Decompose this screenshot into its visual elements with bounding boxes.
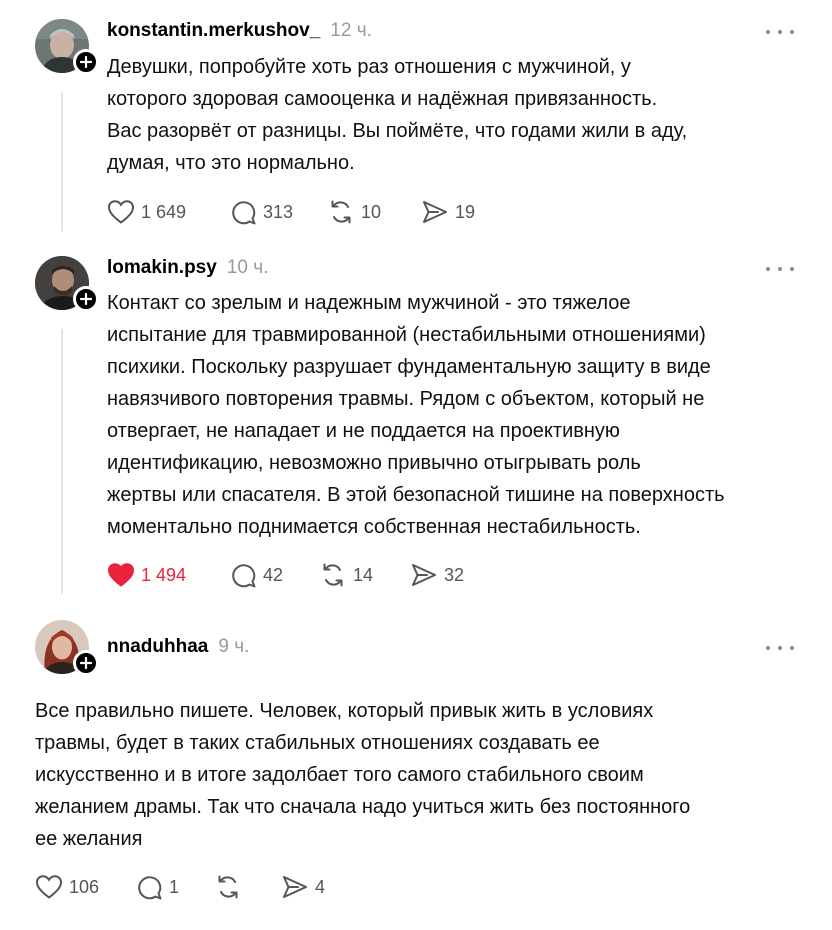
share-count: 32 xyxy=(444,564,465,585)
avatar[interactable] xyxy=(35,19,99,75)
repost-count: 10 xyxy=(361,201,382,222)
like-button[interactable]: 106 xyxy=(35,874,136,900)
comment-button[interactable]: 1 xyxy=(136,874,214,901)
share-count: 4 xyxy=(315,876,326,897)
repost-icon xyxy=(323,563,343,587)
repost-button[interactable] xyxy=(214,873,281,901)
repost-button[interactable]: 10 xyxy=(327,198,421,226)
post-header: konstantin.merkushov_ 12 ч. xyxy=(107,20,372,42)
thread-line xyxy=(61,329,63,594)
thread-line xyxy=(61,92,63,232)
follow-plus-icon[interactable] xyxy=(73,286,99,312)
post-actions: 1 649 313 10 19 xyxy=(107,197,475,227)
post-actions: 106 1 4 xyxy=(35,872,325,902)
share-icon xyxy=(412,564,436,586)
like-button[interactable]: 1 649 xyxy=(107,199,230,225)
share-icon xyxy=(423,201,447,223)
comment-icon xyxy=(232,200,256,224)
comment-count: 313 xyxy=(263,201,294,222)
comment-button[interactable]: 313 xyxy=(230,199,327,226)
comment-icon xyxy=(138,875,162,899)
more-icon[interactable] xyxy=(766,26,794,38)
comment-button[interactable]: 42 xyxy=(230,562,319,589)
username[interactable]: lomakin.psy xyxy=(107,257,217,279)
timestamp[interactable]: 10 ч. xyxy=(227,257,269,279)
share-count: 19 xyxy=(455,201,476,222)
username[interactable]: konstantin.merkushov_ xyxy=(107,20,320,42)
like-button[interactable]: 1 494 xyxy=(107,562,230,588)
like-count: 106 xyxy=(69,876,100,897)
repost-button[interactable]: 14 xyxy=(319,561,410,589)
avatar[interactable] xyxy=(35,256,99,312)
repost-icon xyxy=(331,200,351,224)
share-button[interactable]: 19 xyxy=(421,199,475,225)
repost-count: 14 xyxy=(353,564,374,585)
share-icon xyxy=(283,876,307,898)
post-text: Контакт со зрелым и надежным мужчиной - … xyxy=(107,292,725,538)
follow-plus-icon[interactable] xyxy=(73,650,99,676)
like-count: 1 494 xyxy=(141,564,187,585)
heart-icon xyxy=(107,563,135,587)
more-icon[interactable] xyxy=(766,642,794,654)
post-text: Девушки, попробуйте хоть раз отношения с… xyxy=(107,56,688,174)
post-text: Все правильно пишете. Человек, который п… xyxy=(35,700,691,850)
avatar[interactable] xyxy=(35,620,99,676)
comment-count: 1 xyxy=(169,876,180,897)
comment-icon xyxy=(232,563,256,587)
comment-count: 42 xyxy=(263,564,284,585)
post-header: nnaduhhaa 9 ч. xyxy=(107,636,249,658)
post-header: lomakin.psy 10 ч. xyxy=(107,257,268,279)
share-button[interactable]: 32 xyxy=(410,562,464,588)
like-count: 1 649 xyxy=(141,201,187,222)
more-icon[interactable] xyxy=(766,263,794,275)
share-button[interactable]: 4 xyxy=(281,874,325,900)
username[interactable]: nnaduhhaa xyxy=(107,636,208,658)
heart-icon xyxy=(35,875,63,899)
timestamp[interactable]: 9 ч. xyxy=(218,636,249,658)
timestamp[interactable]: 12 ч. xyxy=(330,20,372,42)
repost-icon xyxy=(218,875,238,899)
post-actions: 1 494 42 14 32 xyxy=(107,560,464,590)
heart-icon xyxy=(107,200,135,224)
follow-plus-icon[interactable] xyxy=(73,49,99,75)
